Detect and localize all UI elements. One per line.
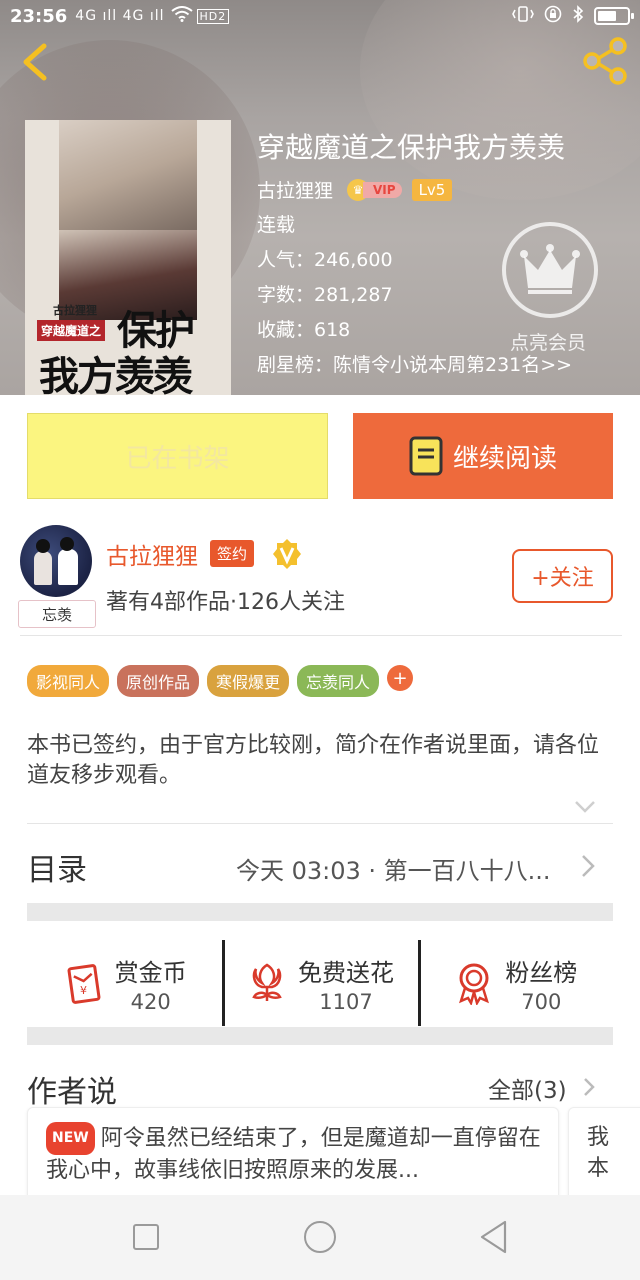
saying-text: 我本	[587, 1125, 610, 1181]
chevron-right-icon[interactable]	[582, 1076, 596, 1098]
send-flower-button[interactable]: 免费送花 1107	[222, 940, 417, 1026]
cover-author: 古拉狸狸	[53, 304, 97, 317]
vip-badge: ♛ VIP	[347, 178, 402, 201]
medal-icon	[459, 963, 490, 1005]
stat-value: 420	[130, 989, 171, 1014]
tag[interactable]: 忘羡同人	[297, 665, 380, 697]
author-saying-card[interactable]: 我本	[568, 1107, 640, 1202]
fan-ranking-button[interactable]: 粉丝榜 700	[417, 940, 613, 1026]
bluetooth-icon	[572, 5, 584, 27]
follow-button[interactable]: +关注	[512, 549, 613, 603]
toc-latest-chapter[interactable]: 今天 03:03 · 第一百八十八...	[236, 851, 551, 886]
home-button[interactable]	[304, 1221, 336, 1253]
stat-label: 免费送花	[297, 958, 394, 987]
cover-art-top	[59, 120, 197, 230]
new-badge: NEW	[46, 1122, 95, 1155]
status-time: 23:56	[10, 5, 68, 27]
stat-value: 700	[521, 989, 562, 1014]
share-icon	[583, 37, 627, 85]
crown-icon	[520, 244, 580, 294]
tag[interactable]: 影视同人	[27, 665, 110, 697]
vibrate-icon	[512, 6, 534, 26]
chevron-right-icon[interactable]	[580, 853, 596, 879]
level-badge: Lv5	[411, 178, 453, 201]
battery-icon	[594, 7, 634, 25]
flower-icon	[252, 963, 282, 1001]
member-button[interactable]	[502, 222, 598, 318]
book-header: 23:56 4G ıll 4G ıll HD2 古拉狸狸 穿越魔道之 保护 我方…	[0, 0, 640, 395]
book-cover[interactable]: 古拉狸狸 穿越魔道之 保护 我方羡羡	[25, 120, 231, 395]
author-stats: 著有4部作品·126人关注	[106, 590, 345, 615]
tag[interactable]: 原创作品	[117, 665, 200, 697]
book-author[interactable]: 古拉狸狸	[257, 176, 333, 203]
recent-apps-button[interactable]	[133, 1224, 159, 1250]
saying-text: 阿令虽然已经结束了，但是魔道却一直停留在我心中，故事线依旧按照原来的发展...	[46, 1126, 541, 1183]
sayings-all-link[interactable]: 全部(3)	[488, 1071, 567, 1105]
tag[interactable]: 寒假爆更	[207, 665, 290, 697]
signal-icon: 4G ıll 4G ıll	[75, 8, 165, 24]
alarm-icon	[544, 5, 562, 27]
section-separator	[27, 903, 613, 921]
stat-label: 赏金币	[114, 958, 187, 987]
back-triangle-icon[interactable]	[478, 1219, 508, 1255]
book-detail-content: 已在书架 继续阅读 忘羡 古拉狸狸 签约 著有4部作品·126人关注 +关注 影…	[0, 395, 640, 1202]
toc-label[interactable]: 目录	[27, 845, 87, 889]
author-sayings-title: 作者说	[27, 1075, 117, 1110]
divider	[27, 823, 613, 824]
stat-label: 粉丝榜	[505, 958, 578, 987]
author-name[interactable]: 古拉狸狸	[106, 537, 198, 571]
share-button[interactable]	[580, 36, 630, 86]
status-bar: 23:56 4G ıll 4G ıll HD2	[0, 0, 640, 32]
red-envelope-icon: ¥	[67, 964, 101, 1004]
stat-value: 1107	[319, 989, 373, 1014]
book-title: 穿越魔道之保护我方羡羡	[257, 131, 566, 164]
wifi-icon	[170, 6, 193, 26]
add-tag-button[interactable]: +	[387, 665, 414, 691]
signed-badge: 签约	[210, 540, 255, 567]
cover-subtitle: 穿越魔道之	[37, 320, 106, 341]
system-nav-bar	[0, 1195, 640, 1280]
book-intro: 本书已签约，由于官方比较刚，简介在作者说里面，请各位道友移步观看。	[27, 733, 600, 788]
author-saying-card[interactable]: NEW 阿令虽然已经结束了，但是魔道却一直停留在我心中，故事线依旧按照原来的发展.…	[27, 1107, 559, 1202]
continue-reading-button[interactable]: 继续阅读	[353, 413, 613, 499]
divider	[20, 635, 622, 636]
section-separator	[27, 1027, 613, 1045]
network-badge: HD2	[196, 8, 230, 24]
continue-reading-label: 继续阅读	[452, 443, 557, 474]
chevron-left-icon	[23, 43, 47, 81]
member-label: 点亮会员	[510, 332, 587, 354]
support-stats: ¥ 赏金币 420 免费送花 1107 粉丝榜 700	[27, 940, 613, 1026]
avatar-tag: 忘羡	[18, 600, 96, 628]
back-button[interactable]	[14, 40, 58, 84]
cover-title-line2: 我方羡羡	[39, 353, 193, 395]
on-shelf-button[interactable]: 已在书架	[27, 413, 328, 499]
verified-icon	[273, 539, 301, 569]
tag-list: 影视同人 原创作品 寒假爆更 忘羡同人 +	[27, 665, 414, 697]
avatar[interactable]	[20, 525, 92, 597]
reward-coins-button[interactable]: ¥ 赏金币 420	[27, 940, 222, 1026]
chevron-down-icon[interactable]	[573, 799, 597, 815]
book-icon	[409, 436, 443, 476]
svg-text:¥: ¥	[80, 984, 87, 997]
book-ranking-link[interactable]: 剧星榜：陈情令小说本周第231名>>	[257, 353, 572, 378]
